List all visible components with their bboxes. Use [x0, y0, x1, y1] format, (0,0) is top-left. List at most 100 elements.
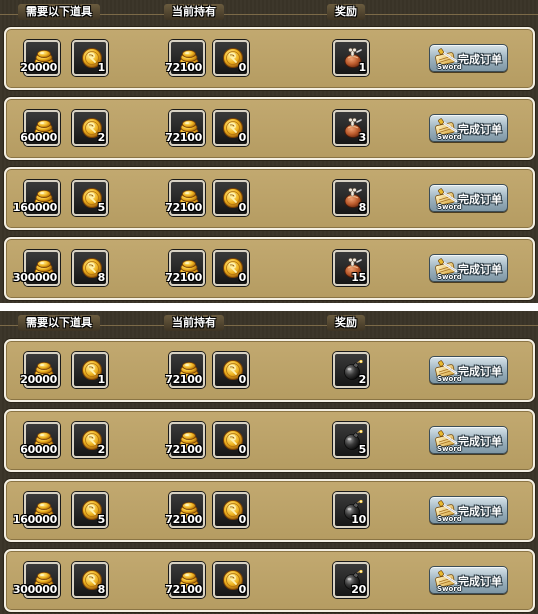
- have-coin-count: 72100: [165, 373, 202, 386]
- have-coin-count: 72100: [165, 201, 202, 214]
- need-coin-count: 60000: [20, 131, 57, 144]
- have-token-slot: 0: [213, 422, 249, 458]
- complete-order-label: 完成订单: [458, 505, 502, 518]
- have-token-count: 0: [238, 201, 247, 214]
- need-token-slot: 2: [72, 422, 108, 458]
- have-token-count: 0: [238, 443, 247, 456]
- need-coin-slot: 300000: [13, 562, 60, 598]
- reward-slot: 1: [333, 40, 369, 76]
- complete-order-label: 完成订单: [458, 575, 502, 588]
- order-row: 60000 2 72100 0 5 完成订单 Sword: [4, 409, 535, 472]
- have-coin-count: 72100: [165, 61, 202, 74]
- complete-order-button[interactable]: 完成订单 Sword: [429, 184, 508, 212]
- reward-slot: 8: [333, 180, 369, 216]
- have-coin-slot: 72100: [165, 110, 205, 146]
- have-coin-slot: 72100: [165, 492, 205, 528]
- need-token-slot: 2: [72, 110, 108, 146]
- complete-order-label: 完成订单: [458, 123, 502, 136]
- need-coin-count: 160000: [12, 201, 57, 214]
- need-coin-slot: 60000: [20, 422, 60, 458]
- have-coin-count: 72100: [165, 271, 202, 284]
- need-coin-count: 60000: [20, 443, 57, 456]
- complete-order-button[interactable]: 完成订单 Sword: [429, 426, 508, 454]
- need-coin-count: 20000: [20, 373, 57, 386]
- complete-order-label: 完成订单: [458, 263, 502, 276]
- button-sub-label: Sword: [437, 133, 462, 141]
- complete-order-button[interactable]: 完成订单 Sword: [429, 114, 508, 142]
- reward-slot: 3: [333, 110, 369, 146]
- need-token-slot: 1: [72, 352, 108, 388]
- have-coin-slot: 72100: [165, 180, 205, 216]
- complete-order-label: 完成订单: [458, 435, 502, 448]
- complete-order-button[interactable]: 完成订单 Sword: [429, 566, 508, 594]
- reward-count: 2: [358, 373, 367, 386]
- need-token-count: 1: [97, 61, 106, 74]
- need-coin-count: 20000: [20, 61, 57, 74]
- have-coin-slot: 72100: [165, 352, 205, 388]
- have-coin-count: 72100: [165, 583, 202, 596]
- need-coin-count: 300000: [12, 583, 57, 596]
- have-coin-count: 72100: [165, 513, 202, 526]
- need-token-slot: 8: [72, 250, 108, 286]
- order-row: 20000 1 72100 0 2 完成订单 Sword: [4, 339, 535, 402]
- order-row: 300000 8 72100 0 15 完成订单 Sword: [4, 237, 535, 300]
- have-token-slot: 0: [213, 110, 249, 146]
- have-coin-slot: 72100: [165, 250, 205, 286]
- column-header-bar: 需要以下道具 当前持有 奖励: [0, 311, 538, 333]
- order-row: 20000 1 72100 0 1 完成订单 Sword: [4, 27, 535, 90]
- button-sub-label: Sword: [437, 273, 462, 281]
- have-token-count: 0: [238, 583, 247, 596]
- complete-order-button[interactable]: 完成订单 Sword: [429, 356, 508, 384]
- need-coin-slot: 60000: [20, 110, 60, 146]
- need-coin-slot: 20000: [20, 352, 60, 388]
- need-token-count: 5: [97, 513, 106, 526]
- need-token-count: 8: [97, 583, 106, 596]
- header-reward: 奖励: [327, 315, 365, 331]
- complete-order-label: 完成订单: [458, 365, 502, 378]
- complete-order-button[interactable]: 完成订单 Sword: [429, 254, 508, 282]
- have-coin-slot: 72100: [165, 562, 205, 598]
- need-token-slot: 1: [72, 40, 108, 76]
- order-panel-1: 需要以下道具 当前持有 奖励 20000 1 72100 0 1 完成订单 Swo…: [0, 0, 538, 303]
- have-token-count: 0: [238, 61, 247, 74]
- need-coin-slot: 300000: [13, 250, 60, 286]
- button-sub-label: Sword: [437, 375, 462, 383]
- have-coin-slot: 72100: [165, 422, 205, 458]
- complete-order-label: 完成订单: [458, 53, 502, 66]
- reward-count: 10: [351, 513, 366, 526]
- header-need: 需要以下道具: [18, 315, 100, 331]
- header-reward: 奖励: [327, 4, 365, 20]
- have-token-slot: 0: [213, 180, 249, 216]
- reward-count: 8: [358, 201, 367, 214]
- have-token-slot: 0: [213, 562, 249, 598]
- have-token-slot: 0: [213, 492, 249, 528]
- have-coin-slot: 72100: [165, 40, 205, 76]
- reward-count: 3: [358, 131, 367, 144]
- button-sub-label: Sword: [437, 445, 462, 453]
- button-sub-label: Sword: [437, 585, 462, 593]
- have-token-slot: 0: [213, 250, 249, 286]
- header-need: 需要以下道具: [18, 4, 100, 20]
- reward-count: 1: [358, 61, 367, 74]
- reward-slot: 15: [333, 250, 369, 286]
- need-token-slot: 8: [72, 562, 108, 598]
- reward-slot: 5: [333, 422, 369, 458]
- need-token-count: 8: [97, 271, 106, 284]
- order-row: 160000 5 72100 0 10 完成订单 Sword: [4, 479, 535, 542]
- need-coin-slot: 20000: [20, 40, 60, 76]
- have-token-slot: 0: [213, 352, 249, 388]
- reward-count: 15: [351, 271, 366, 284]
- header-have: 当前持有: [164, 4, 224, 20]
- reward-slot: 10: [333, 492, 369, 528]
- complete-order-label: 完成订单: [458, 193, 502, 206]
- complete-order-button[interactable]: 完成订单 Sword: [429, 44, 508, 72]
- column-header-bar: 需要以下道具 当前持有 奖励: [0, 0, 538, 22]
- need-token-count: 2: [97, 443, 106, 456]
- complete-order-button[interactable]: 完成订单 Sword: [429, 496, 508, 524]
- button-sub-label: Sword: [437, 63, 462, 71]
- have-coin-count: 72100: [165, 443, 202, 456]
- need-coin-slot: 160000: [13, 492, 60, 528]
- order-row: 300000 8 72100 0 20 完成订单 Sword: [4, 549, 535, 612]
- have-token-count: 0: [238, 373, 247, 386]
- button-sub-label: Sword: [437, 515, 462, 523]
